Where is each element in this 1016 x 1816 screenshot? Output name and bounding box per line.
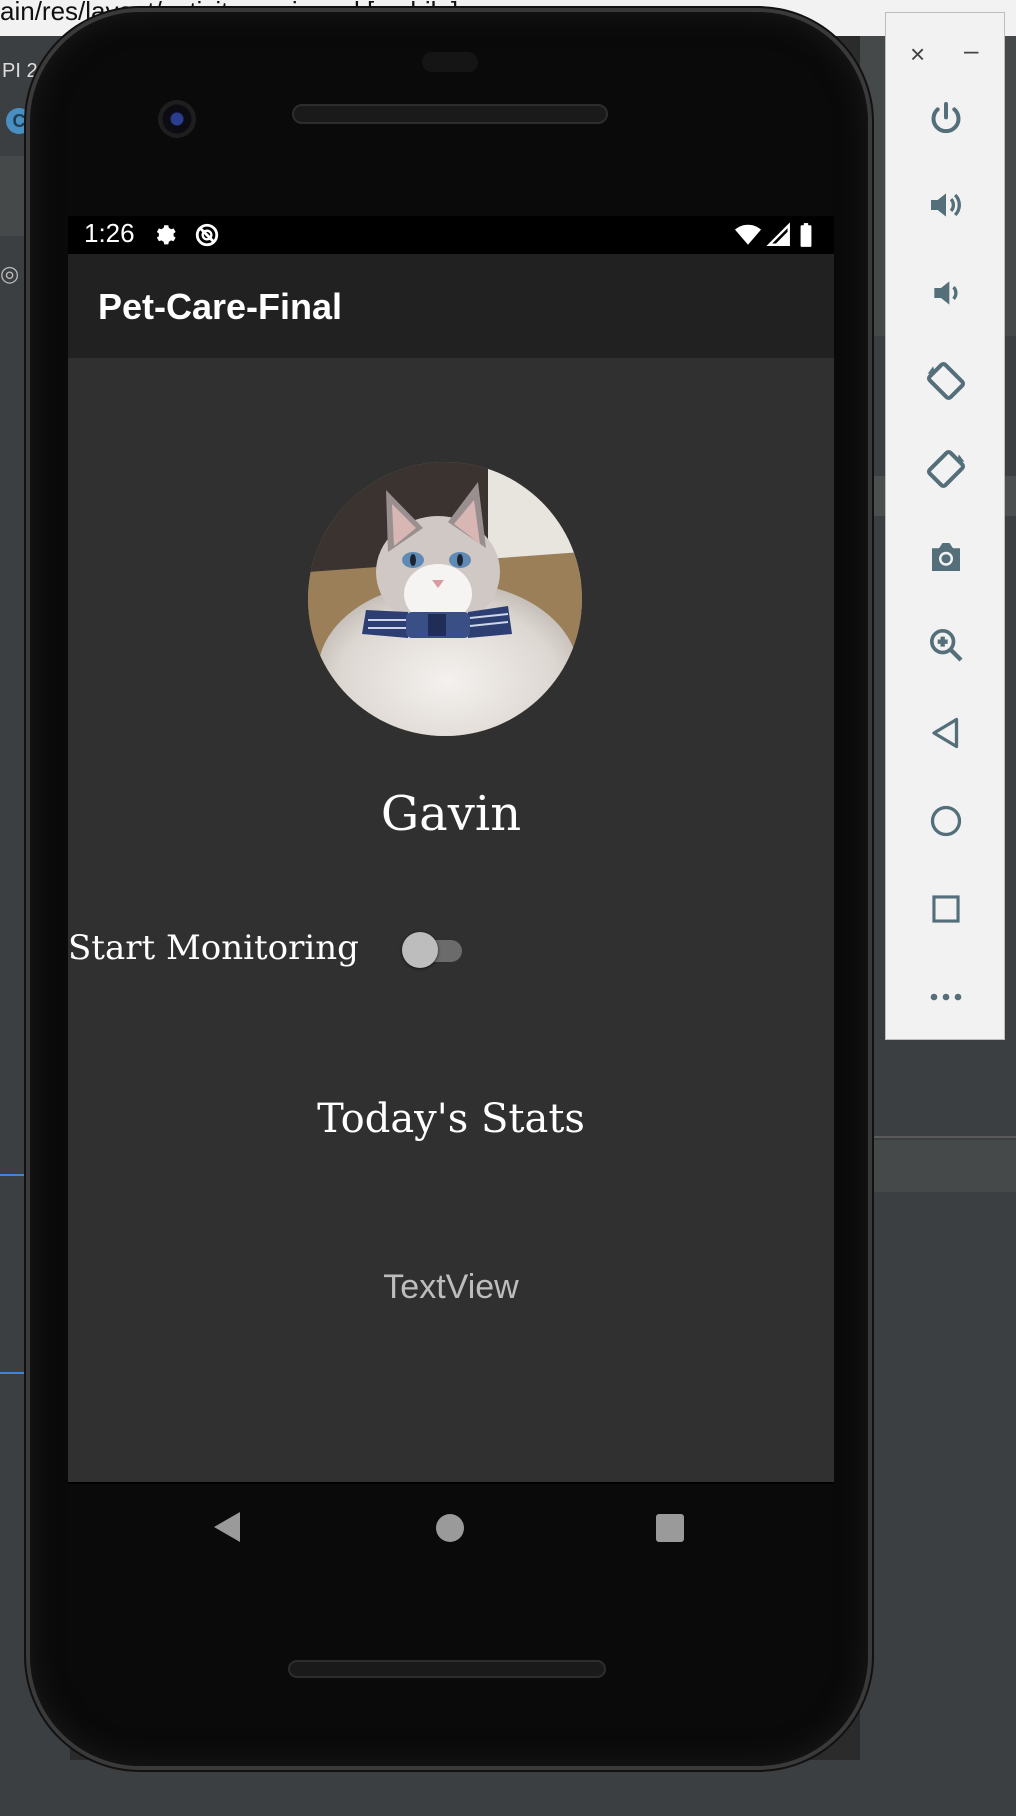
stats-textview: TextView bbox=[383, 1268, 519, 1306]
app-title: Pet-Care-Final bbox=[98, 286, 343, 327]
back-icon[interactable] bbox=[918, 705, 974, 761]
phone-bottom-speaker bbox=[288, 1660, 606, 1678]
rotate-left-icon[interactable] bbox=[918, 353, 974, 409]
app-toolbar: Pet-Care-Final bbox=[68, 254, 834, 358]
home-icon[interactable] bbox=[918, 793, 974, 849]
no-sync-icon bbox=[195, 223, 219, 247]
signal-icon bbox=[766, 222, 790, 246]
ide-right-panel-section bbox=[860, 1140, 1016, 1192]
pet-name: Gavin bbox=[380, 786, 522, 842]
switch-thumb bbox=[402, 932, 438, 968]
ide-divider bbox=[860, 1136, 1016, 1138]
stats-title: Today's Stats bbox=[317, 1096, 585, 1142]
more-icon[interactable] bbox=[918, 969, 974, 1025]
battery-icon bbox=[800, 223, 812, 247]
ide-class-badge[interactable]: C bbox=[6, 108, 32, 134]
wifi-icon bbox=[735, 224, 761, 245]
zoom-icon[interactable] bbox=[918, 617, 974, 673]
monitoring-label: Start Monitoring bbox=[68, 928, 359, 968]
ide-align-toolbar bbox=[860, 1036, 1016, 1076]
monitoring-switch[interactable] bbox=[402, 932, 462, 968]
minimize-icon[interactable]: – bbox=[964, 35, 978, 66]
phone-top-slot bbox=[422, 52, 478, 72]
close-icon[interactable]: × bbox=[910, 39, 925, 70]
cat-photo-image bbox=[308, 462, 582, 736]
pet-avatar[interactable] bbox=[308, 462, 582, 736]
nav-overview-icon[interactable] bbox=[656, 1514, 684, 1542]
gear-icon bbox=[156, 225, 176, 245]
nav-back-icon[interactable] bbox=[212, 1510, 242, 1544]
status-time: 1:26 bbox=[84, 218, 135, 248]
status-bar: 1:26 bbox=[68, 216, 834, 254]
front-camera-icon bbox=[158, 100, 196, 138]
overview-icon[interactable] bbox=[918, 881, 974, 937]
rotate-right-icon[interactable] bbox=[918, 441, 974, 497]
camera-icon[interactable] bbox=[918, 529, 974, 585]
nav-home-icon[interactable] bbox=[436, 1514, 464, 1542]
phone-earpiece bbox=[292, 104, 608, 124]
ide-bottom-bar bbox=[0, 1760, 1016, 1816]
main-content: Gavin Start Monitoring Today's Stats Tex… bbox=[68, 358, 834, 1482]
emulator-toolbar: × – bbox=[885, 12, 1005, 1040]
volume-up-icon[interactable] bbox=[918, 177, 974, 233]
power-icon[interactable] bbox=[918, 91, 974, 147]
phone-screen: 1:26 Pet-Care-Final Gavin Start Monitori… bbox=[68, 216, 834, 1484]
volume-down-icon[interactable] bbox=[918, 265, 974, 321]
